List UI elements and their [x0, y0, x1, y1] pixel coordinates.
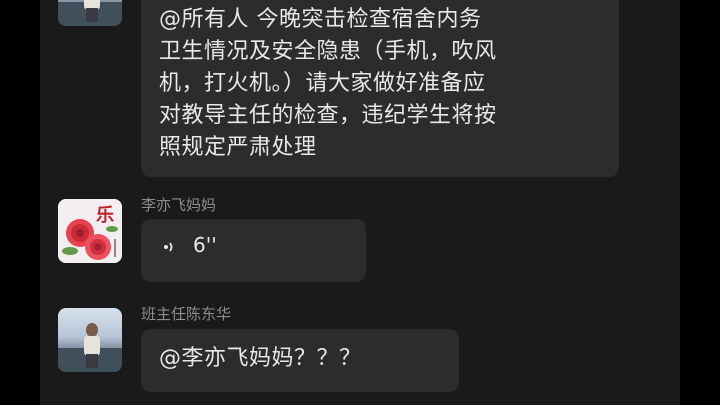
- avatar[interactable]: [58, 0, 122, 26]
- voice-duration: 6'': [193, 233, 217, 257]
- message-text: @所有人 今晚突击检查宿舍内务 卫生情况及安全隐患（手机，吹风 机，打火机。）请…: [159, 7, 497, 160]
- chat-screen: @所有人 今晚突击检查宿舍内务 卫生情况及安全隐患（手机，吹风 机，打火机。）请…: [40, 0, 680, 405]
- sender-name: 李亦飞妈妈: [141, 196, 217, 214]
- avatar[interactable]: [58, 308, 122, 372]
- message-bubble[interactable]: @李亦飞妈妈？？？: [141, 329, 459, 392]
- sender-name: 班主任陈东华: [141, 305, 232, 323]
- voice-icon: [164, 242, 173, 252]
- message-text: @李亦飞妈妈？？？: [159, 346, 362, 371]
- message-bubble[interactable]: @所有人 今晚突击检查宿舍内务 卫生情况及安全隐患（手机，吹风 机，打火机。）请…: [141, 0, 619, 177]
- avatar-label: 乐: [96, 205, 114, 226]
- voice-message-bubble[interactable]: 6'': [141, 219, 366, 282]
- avatar[interactable]: 乐: [58, 199, 122, 263]
